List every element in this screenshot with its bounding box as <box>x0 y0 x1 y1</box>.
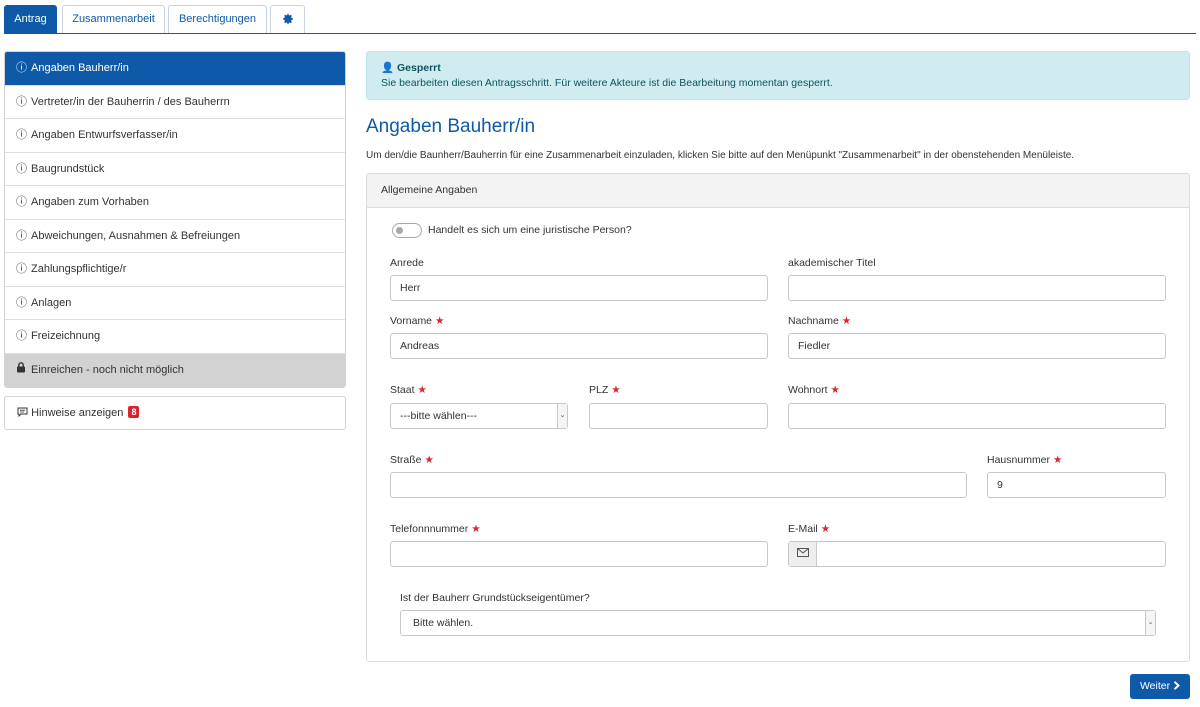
show-hints-button[interactable]: Hinweise anzeigen 8 <box>4 396 346 430</box>
vorname-input[interactable]: Andreas <box>390 333 768 359</box>
staat-label: Staat ★ <box>390 384 427 396</box>
plz-input[interactable] <box>589 403 768 429</box>
chevron-down-icon: ⌄ <box>557 404 567 428</box>
required-star: ★ <box>611 384 621 396</box>
staat-select[interactable]: ---bitte wählen--- ⌄ <box>390 403 568 429</box>
alert-title-text: Gesperrt <box>397 62 441 74</box>
sidebar-item-label: Zahlungspflichtige/r <box>31 263 127 275</box>
titel-label: akademischer Titel <box>788 257 876 269</box>
envelope-icon <box>789 542 817 566</box>
exclamation-circle-icon: ⓘ <box>16 162 27 175</box>
sidebar-item-baugrundstueck[interactable]: ⓘ Baugrundstück <box>5 152 345 186</box>
anrede-label: Anrede <box>390 257 424 269</box>
required-star: ★ <box>820 523 831 535</box>
required-star: ★ <box>830 384 840 396</box>
anrede-input[interactable]: Herr <box>390 275 768 301</box>
plz-label: PLZ ★ <box>589 384 621 396</box>
eigentuemer-select[interactable]: Bitte wählen. ⌄ <box>400 610 1156 636</box>
sidebar-item-label: Angaben Bauherr/in <box>31 62 129 74</box>
required-star: ★ <box>1053 454 1063 466</box>
sidebar-item-label: Vertreter/in der Bauherrin / des Bauherr… <box>31 95 230 108</box>
exclamation-circle-icon: ⓘ <box>16 196 27 208</box>
sidebar-item-angaben-bauherr[interactable]: ⓘ Angaben Bauherr/in <box>5 52 345 86</box>
eigentuemer-value: Bitte wählen. <box>413 617 474 629</box>
nachname-input[interactable]: Fiedler <box>788 333 1166 359</box>
email-field[interactable] <box>788 541 1166 567</box>
tab-antrag[interactable]: Antrag <box>4 5 57 33</box>
sidebar-item-label: Angaben Entwurfsverfasser/in <box>31 129 178 141</box>
required-star: ★ <box>424 454 434 466</box>
sidebar-item-freizeichnung[interactable]: ⓘ Freizeichnung <box>5 320 345 354</box>
next-button[interactable]: Weiter <box>1130 674 1190 699</box>
email-label: E-Mail ★ <box>788 523 831 535</box>
user-lock-icon: 👤 <box>381 62 395 74</box>
sidebar-item-label: Anlagen <box>31 296 72 309</box>
staat-value: ---bitte wählen--- <box>400 410 478 422</box>
intro-text: Um den/die Baunherr/Bauherrin für eine Z… <box>366 150 1075 161</box>
sidebar-item-label: Freizeichnung <box>31 330 101 342</box>
exclamation-circle-icon: ⓘ <box>16 330 27 342</box>
tab-settings[interactable] <box>270 5 305 33</box>
alert-title: 👤 Gesperrt <box>381 61 1175 74</box>
required-star: ★ <box>841 315 852 327</box>
exclamation-circle-icon: ⓘ <box>16 129 27 141</box>
sidebar-item-label: Baugrundstück <box>31 162 105 175</box>
chevron-right-icon <box>1173 680 1181 692</box>
hints-count-badge: 8 <box>128 406 140 418</box>
hausnummer-label: Hausnummer ★ <box>987 454 1063 466</box>
required-star: ★ <box>435 315 445 327</box>
sidebar-item-abweichungen[interactable]: ⓘ Abweichungen, Ausnahmen & Befreiungen <box>5 219 345 253</box>
telefon-input[interactable] <box>390 541 768 567</box>
titel-input[interactable] <box>788 275 1166 301</box>
sidebar-item-einreichen: Einreichen - noch nicht möglich <box>5 353 345 387</box>
eigentuemer-label: Ist der Bauherr Grundstückseigentümer? <box>400 592 590 604</box>
locked-alert: 👤 Gesperrt Sie bearbeiten diesen Antrags… <box>366 51 1190 100</box>
gear-icon <box>282 13 293 25</box>
step-navigation: ⓘ Angaben Bauherr/in ⓘ Vertreter/in der Ba… <box>4 51 346 388</box>
next-label: Weiter <box>1139 680 1171 692</box>
sidebar-item-label: Angaben zum Vorhaben <box>31 196 150 208</box>
comment-icon <box>17 407 28 419</box>
exclamation-circle-icon: ⓘ <box>16 296 27 309</box>
tab-bar: Antrag Zusammenarbeit Berechtigungen <box>4 5 1196 34</box>
lock-icon <box>16 354 29 387</box>
telefon-label: Telefonnnummer ★ <box>390 523 481 535</box>
sidebar-item-zahlungspflichtige[interactable]: ⓘ Zahlungspflichtige/r <box>5 253 345 287</box>
toggle-knob <box>396 227 403 234</box>
tab-zusammenarbeit[interactable]: Zusammenarbeit <box>62 5 165 33</box>
sidebar-item-vorhaben[interactable]: ⓘ Angaben zum Vorhaben <box>5 186 345 220</box>
exclamation-circle-icon: ⓘ <box>16 62 27 74</box>
sidebar-item-vertreter[interactable]: ⓘ Vertreter/in der Bauherrin / des Bauher… <box>5 85 345 119</box>
wohnort-input[interactable] <box>788 403 1166 429</box>
exclamation-circle-icon: ⓘ <box>16 229 27 242</box>
sidebar-item-label: Abweichungen, Ausnahmen & Befreiungen <box>31 229 241 242</box>
chevron-down-icon: ⌄ <box>1145 611 1155 635</box>
hausnummer-input[interactable]: 9 <box>987 472 1166 498</box>
nachname-label: Nachname ★ <box>788 315 852 327</box>
vorname-label: Vorname ★ <box>390 315 445 327</box>
card-header: Allgemeine Angaben <box>367 174 1189 208</box>
strasse-label: Straße ★ <box>390 454 434 466</box>
legal-person-label: Handelt es sich um eine juristische Pers… <box>428 224 632 236</box>
strasse-input[interactable] <box>390 472 967 498</box>
exclamation-circle-icon: ⓘ <box>16 95 27 108</box>
sidebar-item-label: Einreichen - noch nicht möglich <box>31 363 184 376</box>
hints-label: Hinweise anzeigen <box>31 407 124 419</box>
page-title: Angaben Bauherr/in <box>366 116 536 137</box>
tab-berechtigungen[interactable]: Berechtigungen <box>168 5 267 33</box>
alert-text: Sie bearbeiten diesen Antragsschritt. Fü… <box>381 77 833 89</box>
required-star: ★ <box>471 523 481 535</box>
required-star: ★ <box>417 384 427 396</box>
sidebar-item-anlagen[interactable]: ⓘ Anlagen <box>5 286 345 320</box>
wohnort-label: Wohnort ★ <box>788 384 840 396</box>
exclamation-circle-icon: ⓘ <box>16 263 27 275</box>
sidebar-item-entwurfsverfasser[interactable]: ⓘ Angaben Entwurfsverfasser/in <box>5 119 345 153</box>
legal-person-toggle[interactable] <box>392 223 422 238</box>
